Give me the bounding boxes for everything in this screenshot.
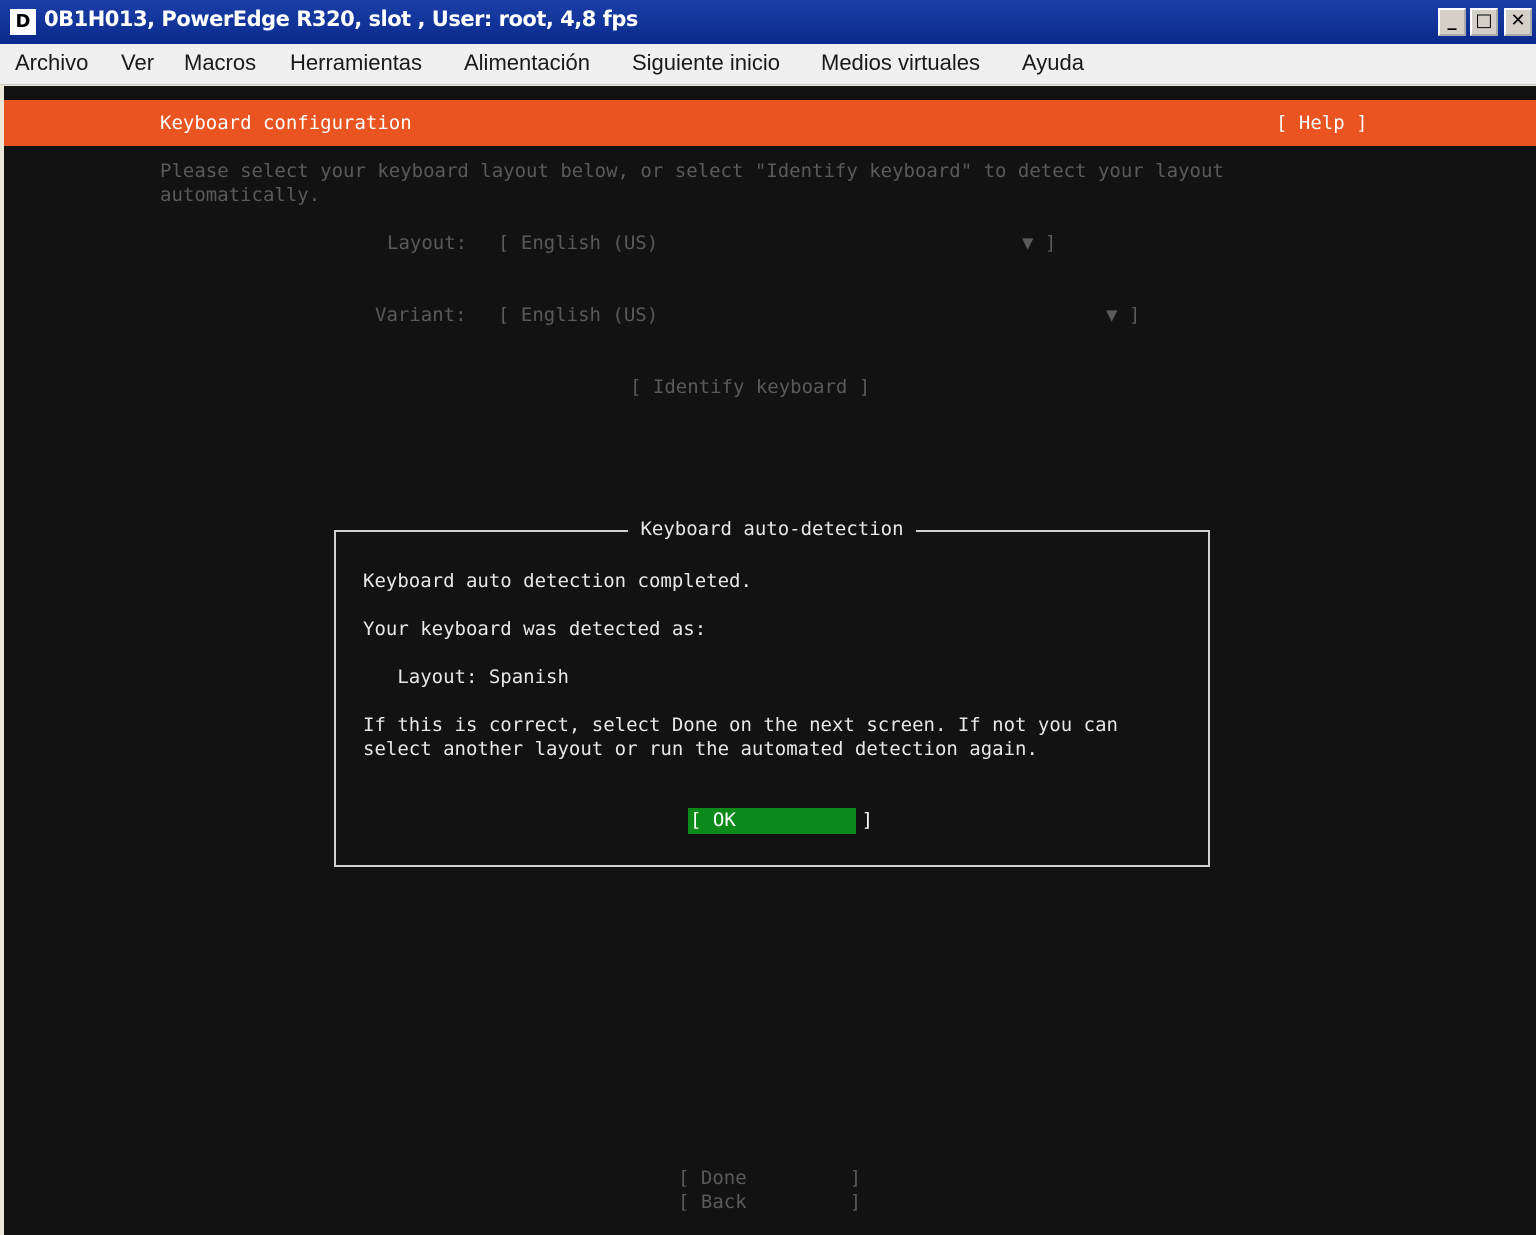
window-title: 0B1H013, PowerEdge R320, slot , User: ro… — [44, 7, 638, 31]
auto-detection-dialog: Keyboard auto-detection Keyboard auto de… — [334, 518, 1210, 867]
maximize-icon: □ — [1475, 10, 1493, 31]
layout-select[interactable]: [ English (US) — [498, 232, 658, 254]
layout-chevron-down-icon[interactable]: ▼ ] — [1022, 232, 1056, 254]
maximize-button[interactable]: □ — [1470, 8, 1498, 36]
dialog-line-1: Keyboard auto detection completed. — [363, 570, 752, 592]
minimize-button[interactable]: _ — [1438, 8, 1466, 36]
identify-keyboard-button[interactable]: [ Identify keyboard ] — [630, 376, 870, 398]
menu-ayuda[interactable]: Ayuda — [1022, 50, 1084, 76]
variant-select[interactable]: [ English (US) — [498, 304, 658, 326]
page-title: Keyboard configuration — [160, 112, 412, 134]
menu-archivo[interactable]: Archivo — [15, 50, 88, 76]
ok-button[interactable]: [ OK ] — [688, 808, 873, 834]
dialog-line-4a: If this is correct, select Done on the n… — [363, 714, 1118, 736]
layout-label: Layout: — [387, 232, 468, 254]
remote-console-screen[interactable]: Keyboard configuration [ Help ] Please s… — [4, 86, 1536, 1235]
variant-chevron-down-icon[interactable]: ▼ ] — [1106, 304, 1140, 326]
title-bar[interactable]: D 0B1H013, PowerEdge R320, slot , User: … — [0, 0, 1536, 44]
minimize-icon: _ — [1447, 10, 1457, 31]
menu-macros[interactable]: Macros — [184, 50, 256, 76]
done-button[interactable]: [ Done ] — [678, 1167, 861, 1189]
close-button[interactable]: ✕ — [1504, 8, 1532, 36]
instructions-line-2: automatically. — [160, 184, 321, 206]
dialog-line-4b: select another layout or run the automat… — [363, 738, 1038, 760]
dialog-title: Keyboard auto-detection — [336, 518, 1208, 540]
menu-herramientas[interactable]: Herramientas — [290, 50, 422, 76]
back-button[interactable]: [ Back ] — [678, 1191, 861, 1213]
menu-ver[interactable]: Ver — [121, 50, 154, 76]
dialog-line-2: Your keyboard was detected as: — [363, 618, 707, 640]
menu-medios-virtuales[interactable]: Medios virtuales — [821, 50, 980, 76]
menu-bar: Archivo Ver Macros Herramientas Alimenta… — [0, 44, 1536, 85]
menu-siguiente-inicio[interactable]: Siguiente inicio — [632, 50, 780, 76]
idrac-console-window: D 0B1H013, PowerEdge R320, slot , User: … — [0, 0, 1536, 1235]
close-icon: ✕ — [1510, 10, 1526, 31]
app-icon: D — [10, 9, 36, 35]
instructions-line-1: Please select your keyboard layout below… — [160, 160, 1224, 182]
detected-layout: Layout: Spanish — [363, 666, 569, 688]
menu-alimentacion[interactable]: Alimentación — [464, 50, 590, 76]
installer-header: Keyboard configuration [ Help ] — [4, 100, 1536, 146]
ok-button-label: [ OK ] — [690, 809, 874, 831]
variant-label: Variant: — [375, 304, 467, 326]
help-button[interactable]: [ Help ] — [1276, 112, 1368, 134]
